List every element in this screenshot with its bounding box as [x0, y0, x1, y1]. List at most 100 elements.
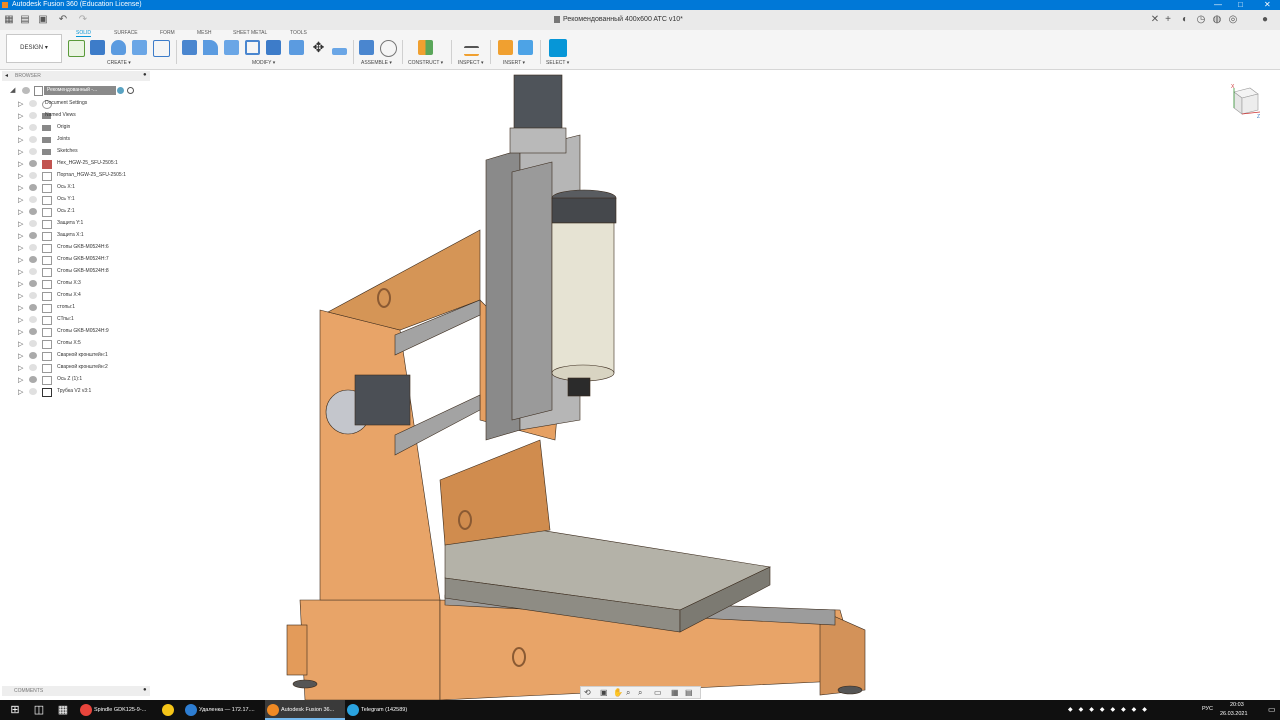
taskbar-app-button[interactable]: Удаленка — 172.17.... [183, 700, 263, 720]
visibility-eye-icon[interactable] [29, 112, 37, 119]
job-status-icon[interactable]: ◐ [1180, 14, 1190, 25]
language-indicator[interactable]: РУС [1202, 706, 1213, 712]
activate-radio-icon[interactable] [117, 87, 124, 94]
notification-center-icon[interactable]: ▭ [1268, 705, 1276, 714]
maximize-button[interactable]: □ [1238, 0, 1243, 10]
task-view-icon[interactable]: ◫ [32, 703, 46, 717]
visibility-eye-icon[interactable] [29, 148, 37, 155]
visibility-eye-icon[interactable] [29, 340, 37, 347]
browser-tree-item[interactable]: ▷ СТпы:1 [0, 314, 150, 326]
pattern-icon[interactable] [153, 40, 170, 57]
inspect-menu[interactable]: INSPECT ▾ [458, 60, 484, 66]
visibility-eye-icon[interactable] [29, 100, 37, 107]
notifications-icon[interactable]: ◷ [1196, 14, 1206, 25]
expand-arrow-icon[interactable]: ▷ [18, 388, 23, 396]
windows-start-icon[interactable]: ⊞ [8, 703, 22, 717]
clock-time[interactable]: 20:03 [1230, 702, 1244, 708]
press-pull-icon[interactable] [182, 40, 197, 55]
file-menu-icon[interactable]: ▤ [20, 14, 30, 25]
browser-tree-item[interactable]: ▷ Защита X:1 [0, 230, 150, 242]
visibility-eye-icon[interactable] [29, 136, 37, 143]
close-button[interactable]: ✕ [1264, 0, 1271, 10]
pan-icon[interactable]: ✋ [613, 687, 623, 698]
browser-tree-item[interactable]: ▷ стопы:1 [0, 302, 150, 314]
browser-tree-item[interactable]: ▷ Стопы GKB-M0524H:7 [0, 254, 150, 266]
revolve-icon[interactable] [111, 40, 126, 55]
move-icon[interactable]: ✥ [311, 40, 326, 55]
display-settings-icon[interactable]: ▭ [654, 687, 662, 698]
tab-surface[interactable]: SURFACE [114, 30, 138, 36]
browser-tree-item[interactable]: ▷ Sketches [0, 146, 150, 158]
orbit-icon[interactable]: ⟲ [584, 687, 591, 698]
expand-arrow-icon[interactable]: ▷ [18, 196, 23, 204]
save-icon[interactable]: ▣ [38, 14, 48, 25]
expand-arrow-icon[interactable]: ▷ [18, 220, 23, 228]
browser-tree-item[interactable]: ▷ Стопы GKB-M0524H:9 [0, 326, 150, 338]
assemble-menu[interactable]: ASSEMBLE ▾ [361, 60, 392, 66]
browser-tree-item[interactable]: ▷ Ось Z (1):1 [0, 374, 150, 386]
expand-arrow-icon[interactable]: ▷ [18, 136, 23, 144]
viewports-icon[interactable]: ▤ [685, 687, 693, 698]
expand-arrow-icon[interactable]: ▷ [18, 316, 23, 324]
expand-arrow-icon[interactable]: ▷ [18, 100, 23, 108]
visibility-eye-icon[interactable] [29, 208, 37, 215]
expand-arrow-icon[interactable]: ▷ [18, 376, 23, 384]
expand-arrow-icon[interactable]: ▷ [18, 244, 23, 252]
visibility-eye-icon[interactable] [29, 352, 37, 359]
visibility-eye-icon[interactable] [29, 316, 37, 323]
visibility-eye-icon[interactable] [29, 328, 37, 335]
split-body-icon[interactable] [289, 40, 304, 55]
visibility-eye-icon[interactable] [29, 184, 37, 191]
expand-arrow-icon[interactable]: ▷ [18, 280, 23, 288]
browser-tree-item[interactable]: ▷ Защита Y:1 [0, 218, 150, 230]
root-eye-icon[interactable] [22, 87, 30, 94]
extrude-icon[interactable] [90, 40, 105, 55]
tab-solid[interactable]: SOLID [76, 30, 92, 37]
expand-arrow-icon[interactable]: ▷ [18, 268, 23, 276]
browser-tree-item[interactable]: ▷ Стопы X:5 [0, 338, 150, 350]
taskbar-app-button[interactable]: Autodesk Fusion 36... [265, 700, 345, 720]
new-tab-icon[interactable]: + [1163, 14, 1173, 25]
measure-icon[interactable] [464, 46, 479, 56]
help-icon[interactable]: ◍ [1212, 14, 1222, 25]
workspace-switcher-button[interactable]: DESIGN ▾ [6, 34, 62, 63]
browser-tree-item[interactable]: ▷ Стопы X:3 [0, 278, 150, 290]
expand-arrow-icon[interactable]: ▷ [18, 160, 23, 168]
new-component-icon[interactable] [359, 40, 374, 55]
browser-tree-item[interactable]: ▷ Стопы GKB-M0524H:6 [0, 242, 150, 254]
taskbar-app-button[interactable]: Telegram (142589) [345, 700, 425, 720]
taskbar-app-button[interactable]: Spindle GDK125-9-... [78, 700, 158, 720]
tab-sheet-metal[interactable]: SHEET METAL [233, 30, 267, 36]
zoom-window-icon[interactable]: ⌕ [638, 687, 642, 698]
expand-arrow-icon[interactable]: ▷ [18, 256, 23, 264]
visibility-eye-icon[interactable] [29, 232, 37, 239]
expand-arrow-icon[interactable]: ▷ [18, 172, 23, 180]
root-expand-arrow-icon[interactable]: ◢ [10, 86, 15, 94]
taskbar-app-button[interactable] [160, 700, 180, 720]
browser-tree-item[interactable]: ▷ Ось X:1 [0, 182, 150, 194]
expand-arrow-icon[interactable]: ▷ [18, 148, 23, 156]
visibility-eye-icon[interactable] [29, 196, 37, 203]
visibility-eye-icon[interactable] [29, 280, 37, 287]
user-profile-icon[interactable]: ● [1260, 14, 1270, 25]
browser-tree-item[interactable]: ▷ Origin [0, 122, 150, 134]
app-grid-icon[interactable]: ▦ [4, 14, 14, 25]
insert-derive-icon[interactable] [498, 40, 513, 55]
offset-plane-icon[interactable] [418, 40, 433, 55]
browser-header[interactable]: ◂ BROWSER ● [2, 71, 150, 81]
modify-menu[interactable]: MODIFY ▾ [252, 60, 275, 66]
visibility-eye-icon[interactable] [29, 256, 37, 263]
radio-icon[interactable] [127, 87, 134, 94]
minimize-button[interactable]: — [1214, 0, 1222, 10]
tab-form[interactable]: FORM [160, 30, 175, 36]
construct-menu[interactable]: CONSTRUCT ▾ [408, 60, 443, 66]
expand-arrow-icon[interactable]: ▷ [18, 208, 23, 216]
visibility-eye-icon[interactable] [29, 160, 37, 167]
expand-arrow-icon[interactable]: ▷ [18, 352, 23, 360]
expand-arrow-icon[interactable]: ▷ [18, 304, 23, 312]
chamfer-icon[interactable] [224, 40, 239, 55]
browser-tree-item[interactable]: ▷ Сварной кронштейн:1 [0, 350, 150, 362]
pin-icon[interactable]: ● [143, 72, 147, 78]
tab-tools[interactable]: TOOLS [290, 30, 307, 36]
expand-arrow-icon[interactable]: ▷ [18, 364, 23, 372]
